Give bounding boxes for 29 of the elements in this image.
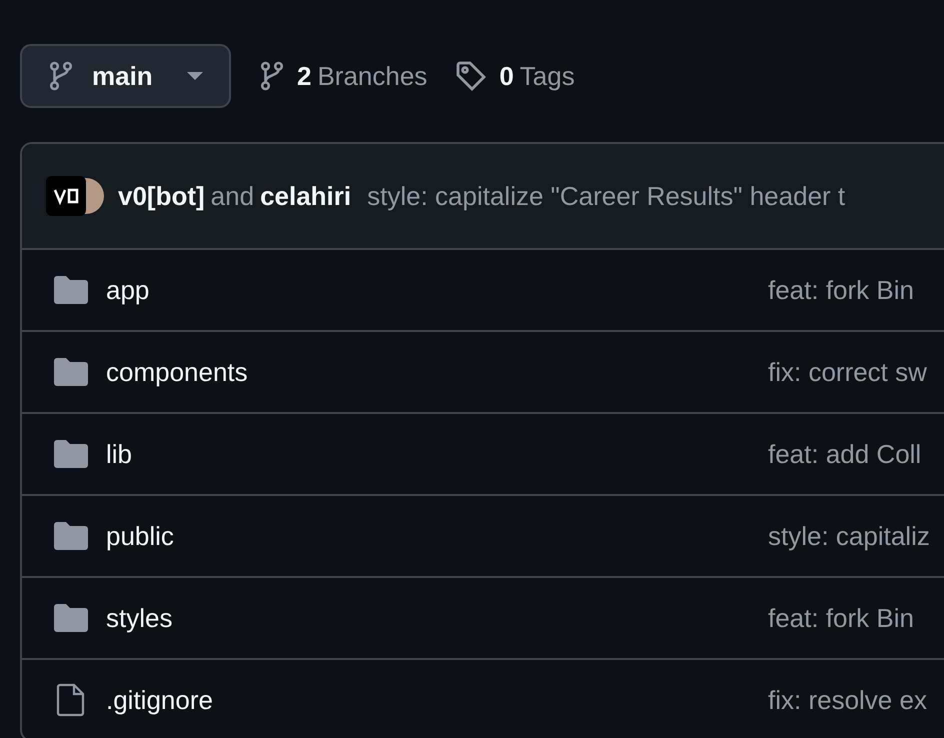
commit-message[interactable]: feat: fork Bin [768, 274, 944, 306]
branch-icon [259, 61, 285, 91]
branch-selector[interactable]: main [20, 44, 231, 108]
folder-link[interactable]: lib [106, 438, 132, 470]
commit-message[interactable]: feat: add Coll [768, 438, 944, 470]
folder-link[interactable]: styles [106, 602, 172, 634]
avatar-group [46, 176, 106, 216]
tags-link[interactable]: 0 Tags [455, 60, 575, 92]
tag-icon [455, 60, 488, 92]
folder-link[interactable]: components [106, 356, 248, 388]
folder-icon [54, 522, 88, 550]
commit-message[interactable]: feat: fork Bin [768, 602, 944, 634]
folder-icon [54, 276, 88, 304]
author-link[interactable]: celahiri [260, 180, 352, 212]
folder-icon [54, 440, 88, 468]
commit-message[interactable]: style: capitaliz [768, 520, 944, 552]
branches-link[interactable]: 2 Branches [259, 60, 428, 92]
joiner-text: and [210, 180, 254, 212]
commit-message[interactable]: style: capitalize "Career Results" header t [367, 180, 846, 212]
author-link[interactable]: v0[bot] [118, 180, 205, 212]
caret-icon [186, 71, 203, 81]
file-link[interactable]: .gitignore [106, 684, 213, 716]
folder-link[interactable]: public [106, 520, 174, 552]
commit-message[interactable]: fix: resolve ex [768, 684, 944, 716]
folder-link[interactable]: app [106, 274, 150, 306]
folder-icon [54, 358, 88, 386]
branch-icon [48, 61, 74, 91]
folder-icon [54, 604, 88, 632]
commit-message[interactable]: fix: correct sw [768, 356, 944, 388]
